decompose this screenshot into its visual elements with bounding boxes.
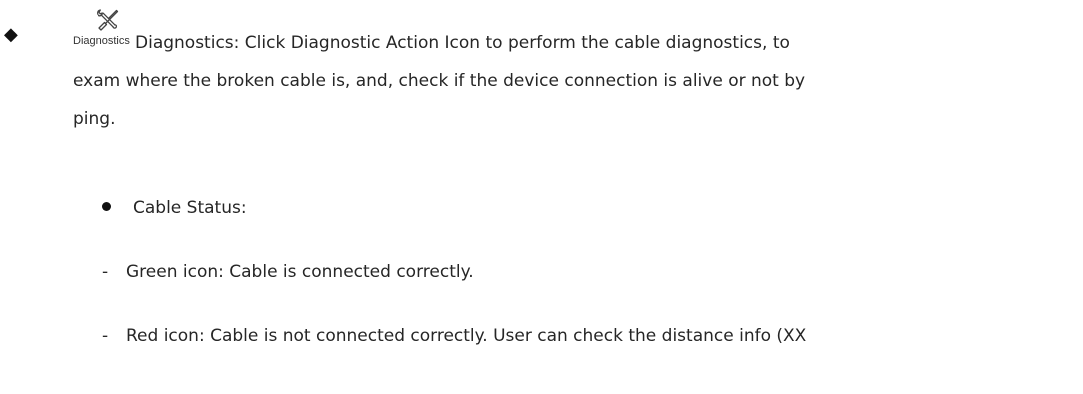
cable-status-label: Cable Status: [133, 198, 247, 218]
round-bullet-icon [102, 201, 111, 211]
document-page: ◆ Diagnostics Diagnostics: Click Diagnos… [0, 0, 1083, 394]
diagnostics-paragraph: Diagnostics: Click Diagnostic Action Ico… [73, 24, 1073, 138]
dash-marker: - [102, 326, 109, 346]
list-item: - Green icon: Cable is connected correctl… [102, 260, 474, 284]
diamond-bullet-icon: ◆ [4, 24, 18, 45]
paragraph-line-1: Diagnostics: Click Diagnostic Action Ico… [135, 33, 790, 53]
list-item-text: Green icon: Cable is connected correctly… [126, 262, 474, 282]
paragraph-line-2: exam where the broken cable is, and, che… [73, 71, 806, 91]
list-item-text: Red icon: Cable is not connected correct… [126, 326, 807, 346]
paragraph-line-3: ping. [73, 109, 116, 129]
list-item: - Red icon: Cable is not connected correc… [102, 324, 806, 348]
cable-status-heading: Cable Status: [102, 196, 247, 220]
dash-marker: - [102, 262, 109, 282]
